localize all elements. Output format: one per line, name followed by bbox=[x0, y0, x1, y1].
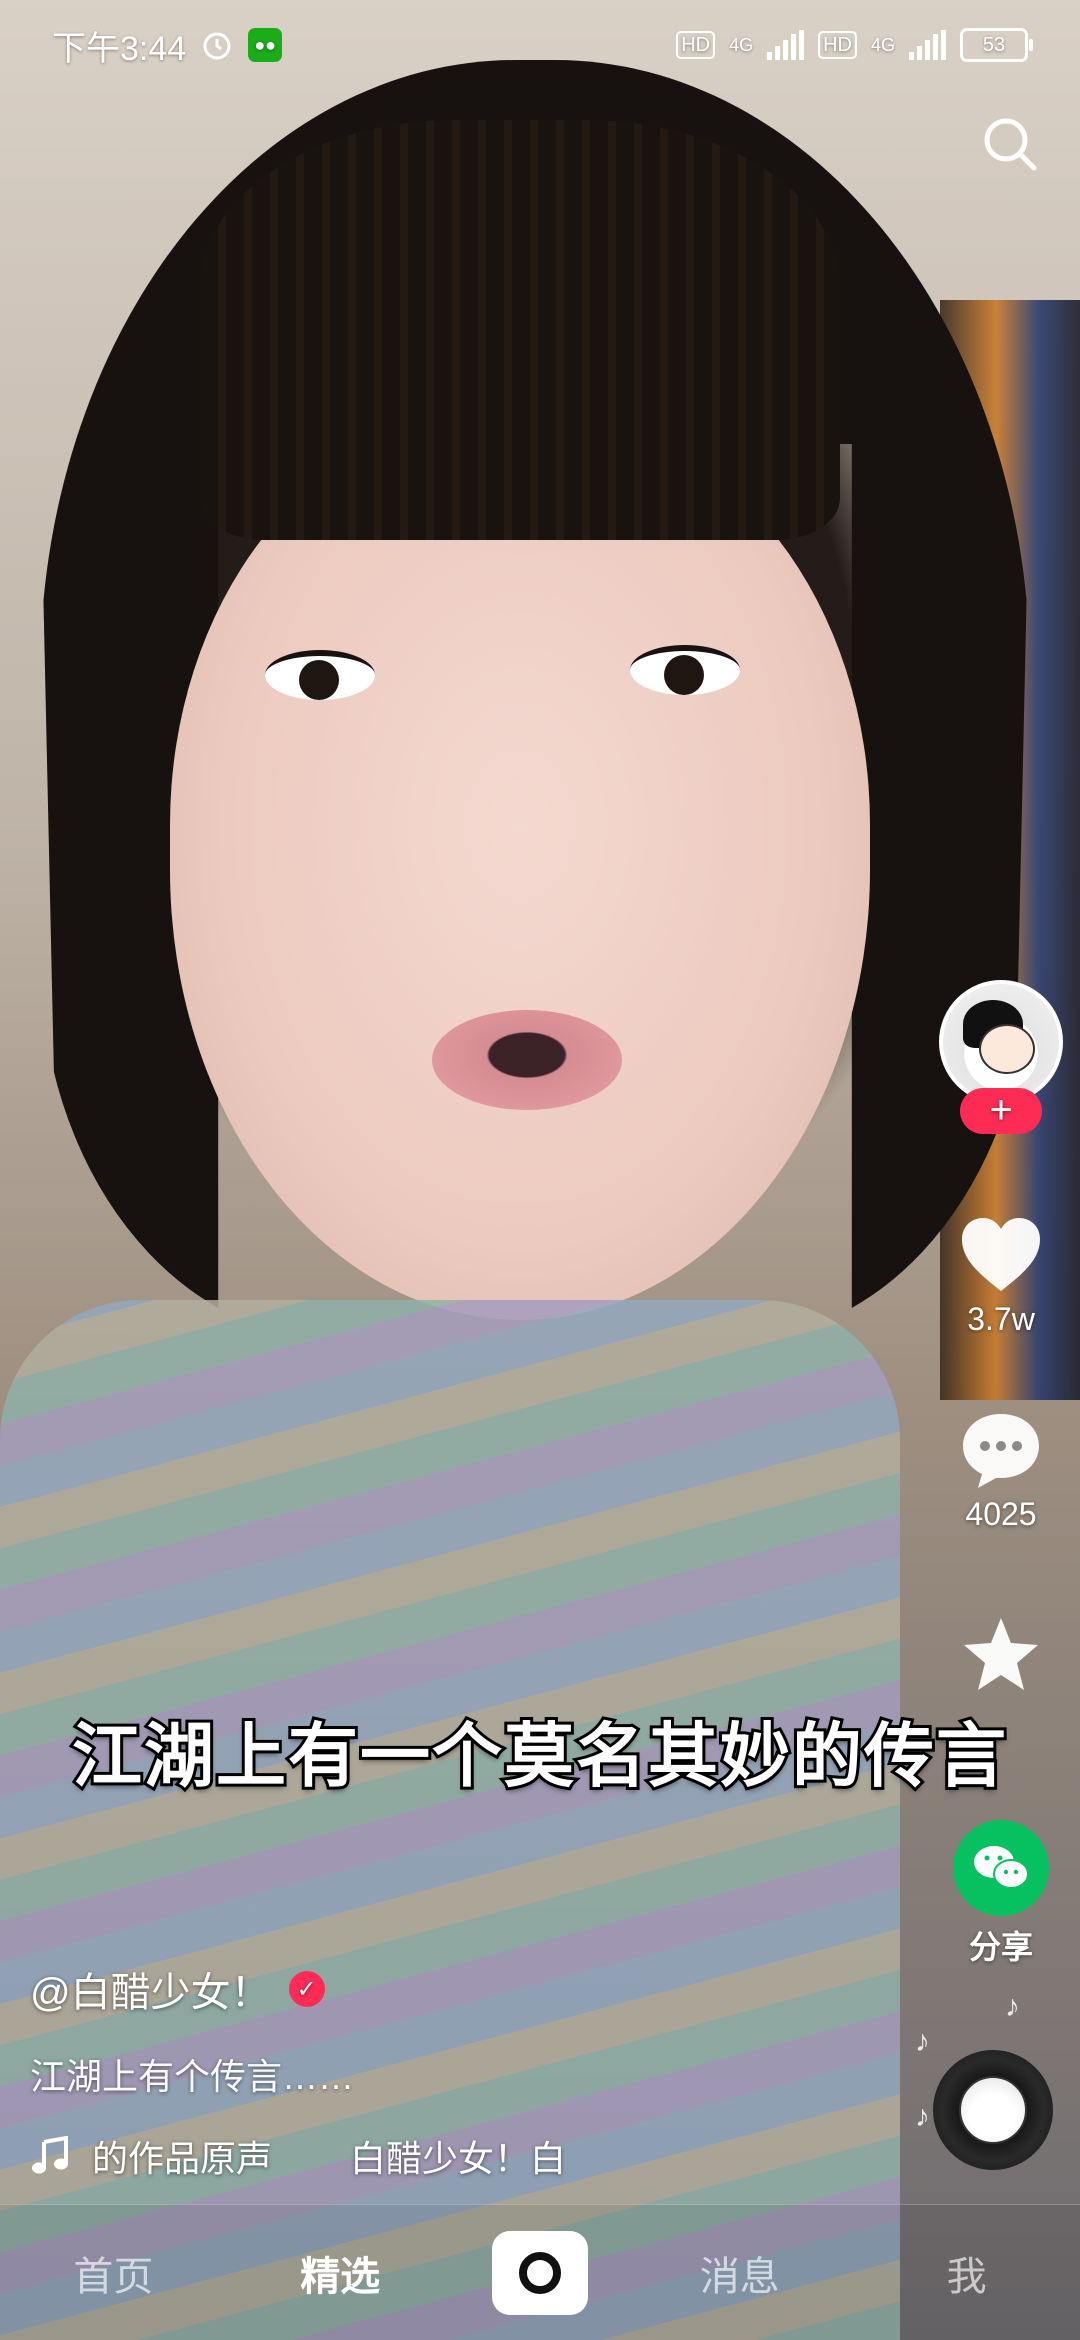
video-screen[interactable]: 下午3:44 ●● HD 4G HD 4G 53 + 3.7w 4025 分享 … bbox=[0, 0, 1080, 2340]
comment-count: 4025 bbox=[965, 1496, 1037, 1532]
music-note-icon bbox=[32, 2136, 68, 2174]
video-mouth bbox=[432, 1010, 622, 1110]
author-name[interactable]: @白醋少女！ bbox=[30, 1960, 271, 2018]
hd-badge-2: HD bbox=[818, 31, 857, 59]
music-note-icon: ♪ bbox=[1005, 1990, 1020, 2023]
nav-featured[interactable]: 精选 bbox=[265, 2244, 415, 2302]
favorite-group bbox=[936, 1615, 1066, 1693]
video-description[interactable]: 江湖上有个传言…… bbox=[30, 2048, 590, 2100]
network-label-2: 4G bbox=[870, 34, 895, 55]
creator-avatar[interactable] bbox=[939, 980, 1063, 1104]
search-icon bbox=[984, 118, 1037, 171]
music-title: 的作品原声 bbox=[92, 2138, 273, 2179]
status-time: 下午3:44 bbox=[52, 29, 187, 68]
signal-icon-1 bbox=[767, 30, 805, 60]
camera-icon bbox=[518, 2251, 561, 2294]
video-subtitle: 江湖上有一个莫名其妙的传言 bbox=[69, 1714, 1009, 1798]
like-count: 3.7w bbox=[967, 1301, 1035, 1337]
share-label: 分享 bbox=[968, 1929, 1033, 1965]
signal-icon-2 bbox=[909, 30, 946, 60]
music-disc-group bbox=[928, 2050, 1058, 2170]
author-row: @白醋少女！ ✓ bbox=[30, 1960, 590, 2018]
music-author: 白醋少女！白 bbox=[350, 2138, 567, 2179]
create-button[interactable] bbox=[491, 2230, 588, 2315]
video-bangs bbox=[200, 120, 840, 540]
status-bar: 下午3:44 ●● HD 4G HD 4G 53 bbox=[0, 0, 1080, 90]
video-info: @白醋少女！ ✓ 江湖上有个传言…… 的作品原声 白醋少女！白 bbox=[30, 1960, 590, 2182]
music-disc[interactable] bbox=[933, 2050, 1053, 2170]
comment-icon[interactable] bbox=[958, 1410, 1044, 1490]
like-group: 3.7w bbox=[936, 1215, 1066, 1338]
nav-messages[interactable]: 消息 bbox=[665, 2244, 815, 2302]
status-left: 下午3:44 ●● bbox=[52, 21, 283, 70]
star-icon[interactable] bbox=[961, 1615, 1041, 1693]
avatar-face bbox=[979, 1024, 1035, 1074]
video-face bbox=[170, 420, 870, 1320]
follow-button[interactable]: + bbox=[960, 1088, 1042, 1134]
video-right-eye bbox=[630, 645, 740, 695]
share-button[interactable] bbox=[953, 1820, 1049, 1916]
check-icon: ✓ bbox=[288, 1971, 325, 2007]
creator-avatar-group: + bbox=[936, 980, 1066, 1134]
search-button[interactable] bbox=[974, 108, 1046, 180]
nav-home[interactable]: 首页 bbox=[38, 2244, 188, 2302]
wechat-icon: ●● bbox=[248, 28, 283, 62]
wechat-share-icon bbox=[974, 1846, 1029, 1889]
alarm-icon bbox=[203, 32, 231, 60]
network-label-1: 4G bbox=[729, 34, 754, 55]
nav-me[interactable]: 我 bbox=[892, 2244, 1042, 2302]
music-disc-cover bbox=[959, 2076, 1027, 2144]
heart-icon[interactable] bbox=[958, 1215, 1044, 1295]
video-sweater bbox=[0, 1300, 900, 2340]
bottom-nav: 首页 精选 消息 我 bbox=[0, 2204, 1080, 2340]
hd-badge-1: HD bbox=[676, 31, 716, 59]
battery-indicator: 53 bbox=[960, 28, 1033, 62]
video-left-eye bbox=[265, 650, 375, 700]
music-row[interactable]: 的作品原声 白醋少女！白 bbox=[30, 2130, 590, 2182]
comment-group: 4025 bbox=[936, 1410, 1066, 1533]
status-right: HD 4G HD 4G 53 bbox=[676, 28, 1033, 62]
share-group: 分享 bbox=[936, 1820, 1066, 1968]
